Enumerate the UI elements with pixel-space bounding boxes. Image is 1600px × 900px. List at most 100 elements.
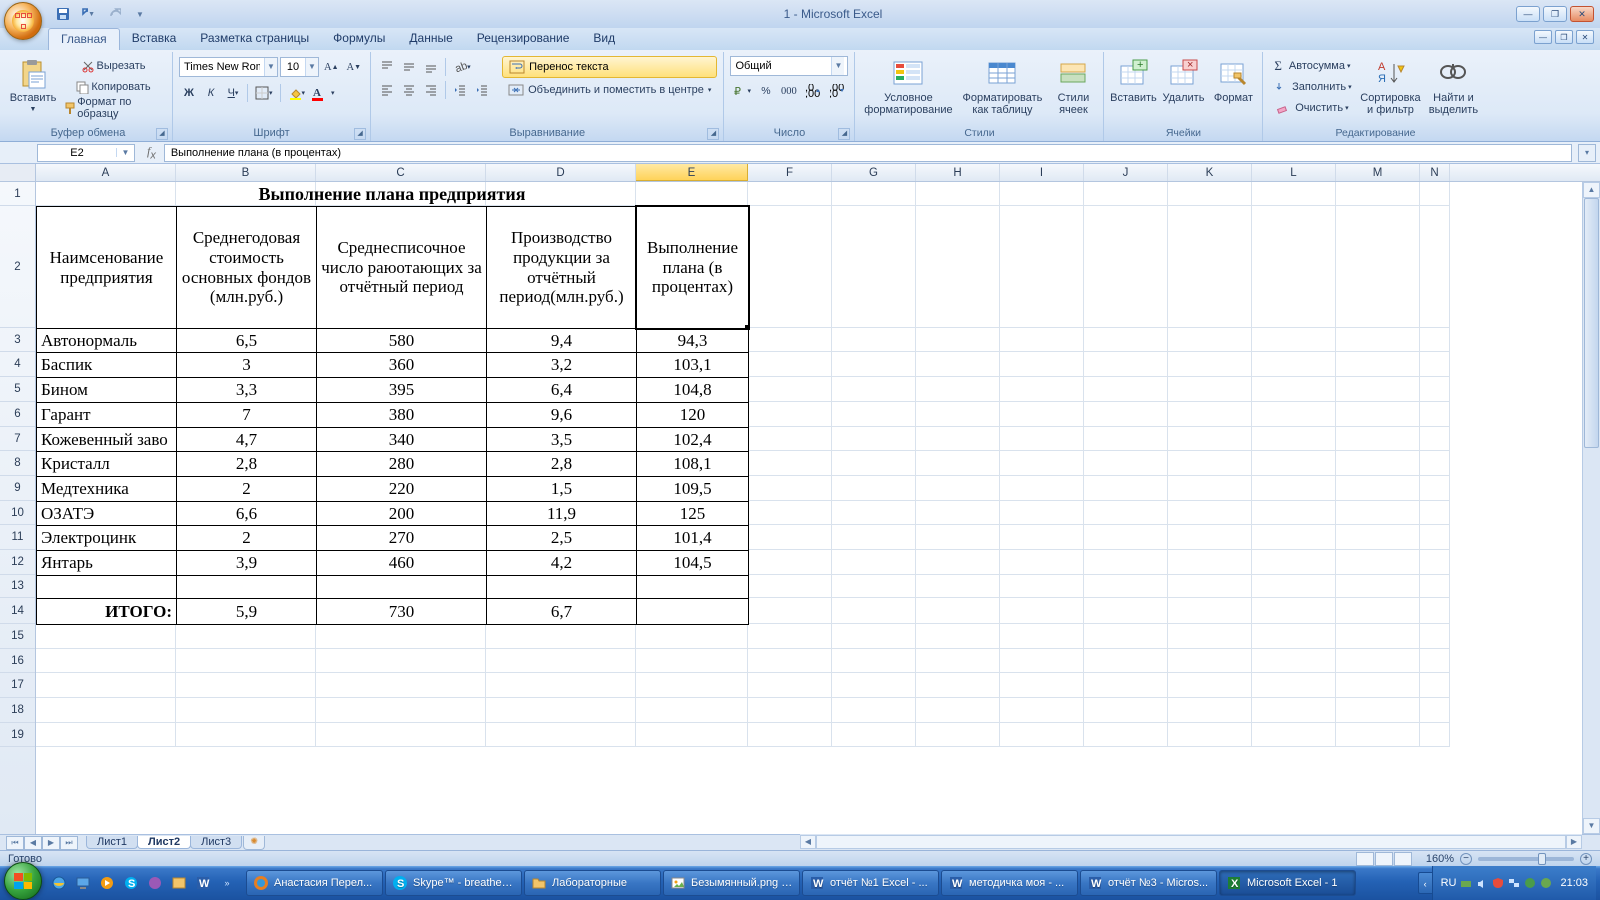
data-cell[interactable]: 7 (176, 402, 317, 428)
close-button[interactable]: ✕ (1570, 6, 1594, 22)
formula-expand-icon[interactable]: ▾ (1578, 144, 1596, 162)
ql-word-icon[interactable]: W (192, 870, 214, 896)
taskbar-item[interactable]: Лабораторные (524, 870, 661, 896)
data-cell[interactable]: 125 (636, 501, 749, 526)
align-left-icon[interactable] (377, 80, 397, 100)
data-cell[interactable]: Среднесписочное число раюотающих за отчё… (316, 206, 487, 329)
row-header-16[interactable]: 16 (0, 649, 35, 673)
taskbar-item[interactable]: Wотчёт №1 Excel - ... (802, 870, 939, 896)
data-cell[interactable]: 280 (316, 451, 487, 477)
sheet-tab-Лист1[interactable]: Лист1 (86, 836, 138, 849)
row-header-4[interactable]: 4 (0, 352, 35, 377)
data-cell[interactable] (636, 598, 749, 625)
col-header-G[interactable]: G (832, 164, 916, 181)
font-dialog-icon[interactable]: ◢ (354, 128, 366, 140)
horizontal-scrollbar[interactable]: ◀▶ (800, 834, 1582, 850)
number-dialog-icon[interactable]: ◢ (838, 128, 850, 140)
data-cell[interactable]: 2 (176, 476, 317, 502)
sheet-nav-prev-icon[interactable]: ◀ (24, 836, 42, 850)
col-header-J[interactable]: J (1084, 164, 1168, 181)
ql-desktop-icon[interactable] (72, 870, 94, 896)
row-header-13[interactable]: 13 (0, 575, 35, 598)
data-cell[interactable] (486, 575, 637, 599)
data-cell[interactable]: Янтарь (36, 550, 177, 576)
font-family-combo[interactable]: ▼ (179, 57, 278, 77)
data-cell[interactable]: 3,5 (486, 427, 637, 452)
row-header-2[interactable]: 2 (0, 206, 35, 328)
fill-button[interactable]: Заполнить▾ (1269, 77, 1355, 97)
data-cell[interactable]: 9,6 (486, 402, 637, 428)
data-cell[interactable]: Гарант (36, 402, 177, 428)
data-cell[interactable]: 4,2 (486, 550, 637, 576)
find-select-button[interactable]: Найти и выделить (1425, 56, 1481, 118)
data-cell[interactable]: 94,3 (636, 328, 749, 353)
data-cell[interactable] (636, 575, 749, 599)
data-cell[interactable]: 6,7 (486, 598, 637, 625)
data-cell[interactable]: Электроцинк (36, 525, 177, 551)
align-bottom-icon[interactable] (421, 57, 441, 77)
data-cell[interactable]: Кристалл (36, 451, 177, 477)
row-header-18[interactable]: 18 (0, 698, 35, 723)
taskbar-item[interactable]: XMicrosoft Excel - 1 (1219, 870, 1356, 896)
tray-skype-icon[interactable] (1540, 877, 1552, 889)
format-as-table-button[interactable]: Форматировать как таблицу (959, 56, 1045, 118)
taskbar-item[interactable]: Wметодичка моя - ... (941, 870, 1078, 896)
clear-button[interactable]: Очистить▾ (1269, 98, 1355, 118)
row-header-12[interactable]: 12 (0, 550, 35, 575)
data-cell[interactable]: 6,5 (176, 328, 317, 353)
name-box[interactable]: ▼ (37, 144, 135, 162)
col-header-N[interactable]: N (1420, 164, 1450, 181)
data-cell[interactable]: 270 (316, 525, 487, 551)
sheet-nav-last-icon[interactable]: ⏭ (60, 836, 78, 850)
data-cell[interactable]: 9,4 (486, 328, 637, 353)
data-cell[interactable]: 460 (316, 550, 487, 576)
taskbar-item[interactable]: SSkype™ - breathed... (385, 870, 522, 896)
increase-indent-icon[interactable] (472, 80, 492, 100)
tab-Вставка[interactable]: Вставка (120, 28, 189, 50)
data-cell[interactable]: 5,9 (176, 598, 317, 625)
fill-color-button[interactable]: ▾ (285, 83, 309, 103)
minimize-button[interactable]: — (1516, 6, 1540, 22)
data-cell[interactable] (316, 575, 487, 599)
ql-media-icon[interactable] (96, 870, 118, 896)
data-cell[interactable]: Автонормаль (36, 328, 177, 353)
data-cell[interactable]: 360 (316, 352, 487, 378)
data-cell[interactable]: 11,9 (486, 501, 637, 526)
table-title[interactable]: Выполнение плана предприятия (36, 182, 748, 206)
undo-icon[interactable]: ▼ (78, 6, 98, 22)
worksheet[interactable]: ABCDEFGHIJKLMN 1234567891011121314151617… (0, 164, 1600, 834)
increase-decimal-icon[interactable]: ,0,00 (802, 81, 824, 101)
row-header-3[interactable]: 3 (0, 328, 35, 352)
doc-close-button[interactable]: ✕ (1576, 30, 1594, 44)
ql-picasa-icon[interactable] (144, 870, 166, 896)
col-header-C[interactable]: C (316, 164, 486, 181)
tab-Главная[interactable]: Главная (48, 28, 120, 50)
tab-Разметка страницы[interactable]: Разметка страницы (188, 28, 321, 50)
data-cell[interactable]: 3,2 (486, 352, 637, 378)
font-size-combo[interactable]: ▼ (280, 57, 319, 77)
doc-minimize-button[interactable]: — (1534, 30, 1552, 44)
align-right-icon[interactable] (421, 80, 441, 100)
row-header-10[interactable]: 10 (0, 501, 35, 525)
font-color-button[interactable]: A▾ (310, 83, 337, 103)
sheet-nav-first-icon[interactable]: ⏮ (6, 836, 24, 850)
delete-cells-button[interactable]: ×Удалить (1160, 56, 1206, 106)
data-cell[interactable]: 101,4 (636, 525, 749, 551)
data-cell[interactable]: 2,5 (486, 525, 637, 551)
tray-av-icon[interactable] (1524, 877, 1536, 889)
tray-network-icon[interactable] (1508, 877, 1520, 889)
sort-filter-button[interactable]: АЯСортировка и фильтр (1359, 56, 1421, 118)
cell-styles-button[interactable]: Стили ячеек (1049, 56, 1097, 118)
clipboard-dialog-icon[interactable]: ◢ (156, 128, 168, 140)
row-header-11[interactable]: 11 (0, 525, 35, 550)
data-cell[interactable]: 2,8 (176, 451, 317, 477)
tray-expand-icon[interactable]: ‹ (1418, 872, 1432, 894)
data-cell[interactable]: 340 (316, 427, 487, 452)
row-header-8[interactable]: 8 (0, 451, 35, 476)
increase-font-icon[interactable]: A▲ (321, 57, 342, 77)
data-cell[interactable]: Производство продукции за отчётный перио… (486, 206, 637, 329)
copy-button[interactable]: Копировать (60, 77, 166, 97)
zoom-slider[interactable] (1478, 857, 1574, 861)
data-cell[interactable]: 2,8 (486, 451, 637, 477)
data-cell[interactable]: Среднегодовая стоимость основных фондов … (176, 206, 317, 329)
